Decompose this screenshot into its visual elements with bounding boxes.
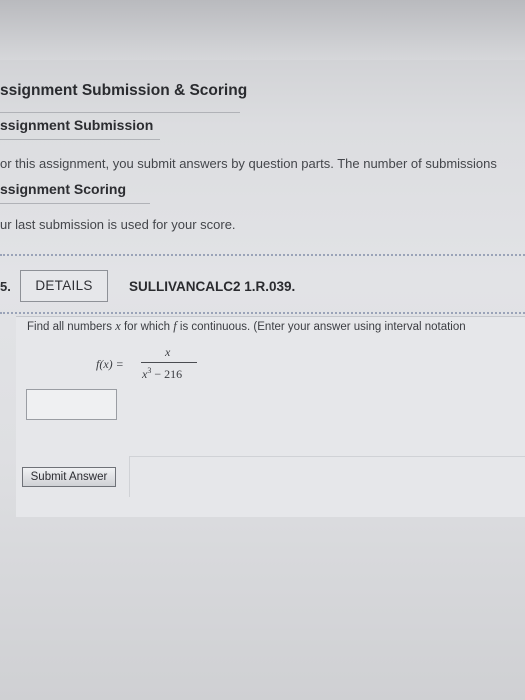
top-background xyxy=(0,0,525,60)
fraction-bar xyxy=(141,362,197,363)
response-area xyxy=(129,456,525,497)
question-separator xyxy=(0,312,525,314)
details-button[interactable]: DETAILS xyxy=(20,270,108,302)
scoring-text: ur last submission is used for your scor… xyxy=(0,217,236,232)
formula-denominator: x3 − 216 xyxy=(142,366,183,381)
answer-input[interactable] xyxy=(26,389,117,420)
scoring-heading: ssignment Scoring xyxy=(0,181,127,197)
submission-text: or this assignment, you submit answers b… xyxy=(0,156,497,171)
submission-heading: ssignment Submission xyxy=(0,117,154,133)
section-title: ssignment Submission & Scoring xyxy=(0,82,248,99)
function-formula: f(x) = x x3 − 216 xyxy=(96,345,216,385)
section-separator xyxy=(0,254,525,256)
question-id: SULLIVANCALC2 1.R.039. xyxy=(129,279,296,294)
formula-numerator: x xyxy=(165,345,171,359)
scoring-divider xyxy=(0,203,150,204)
submission-divider xyxy=(0,139,160,140)
question-number: 5. xyxy=(0,279,11,294)
submit-answer-button[interactable]: Submit Answer xyxy=(22,467,116,487)
formula-lhs: f(x) = xyxy=(96,357,124,371)
title-divider xyxy=(0,112,240,113)
question-prompt: Find all numbers x for which f is contin… xyxy=(27,319,466,333)
